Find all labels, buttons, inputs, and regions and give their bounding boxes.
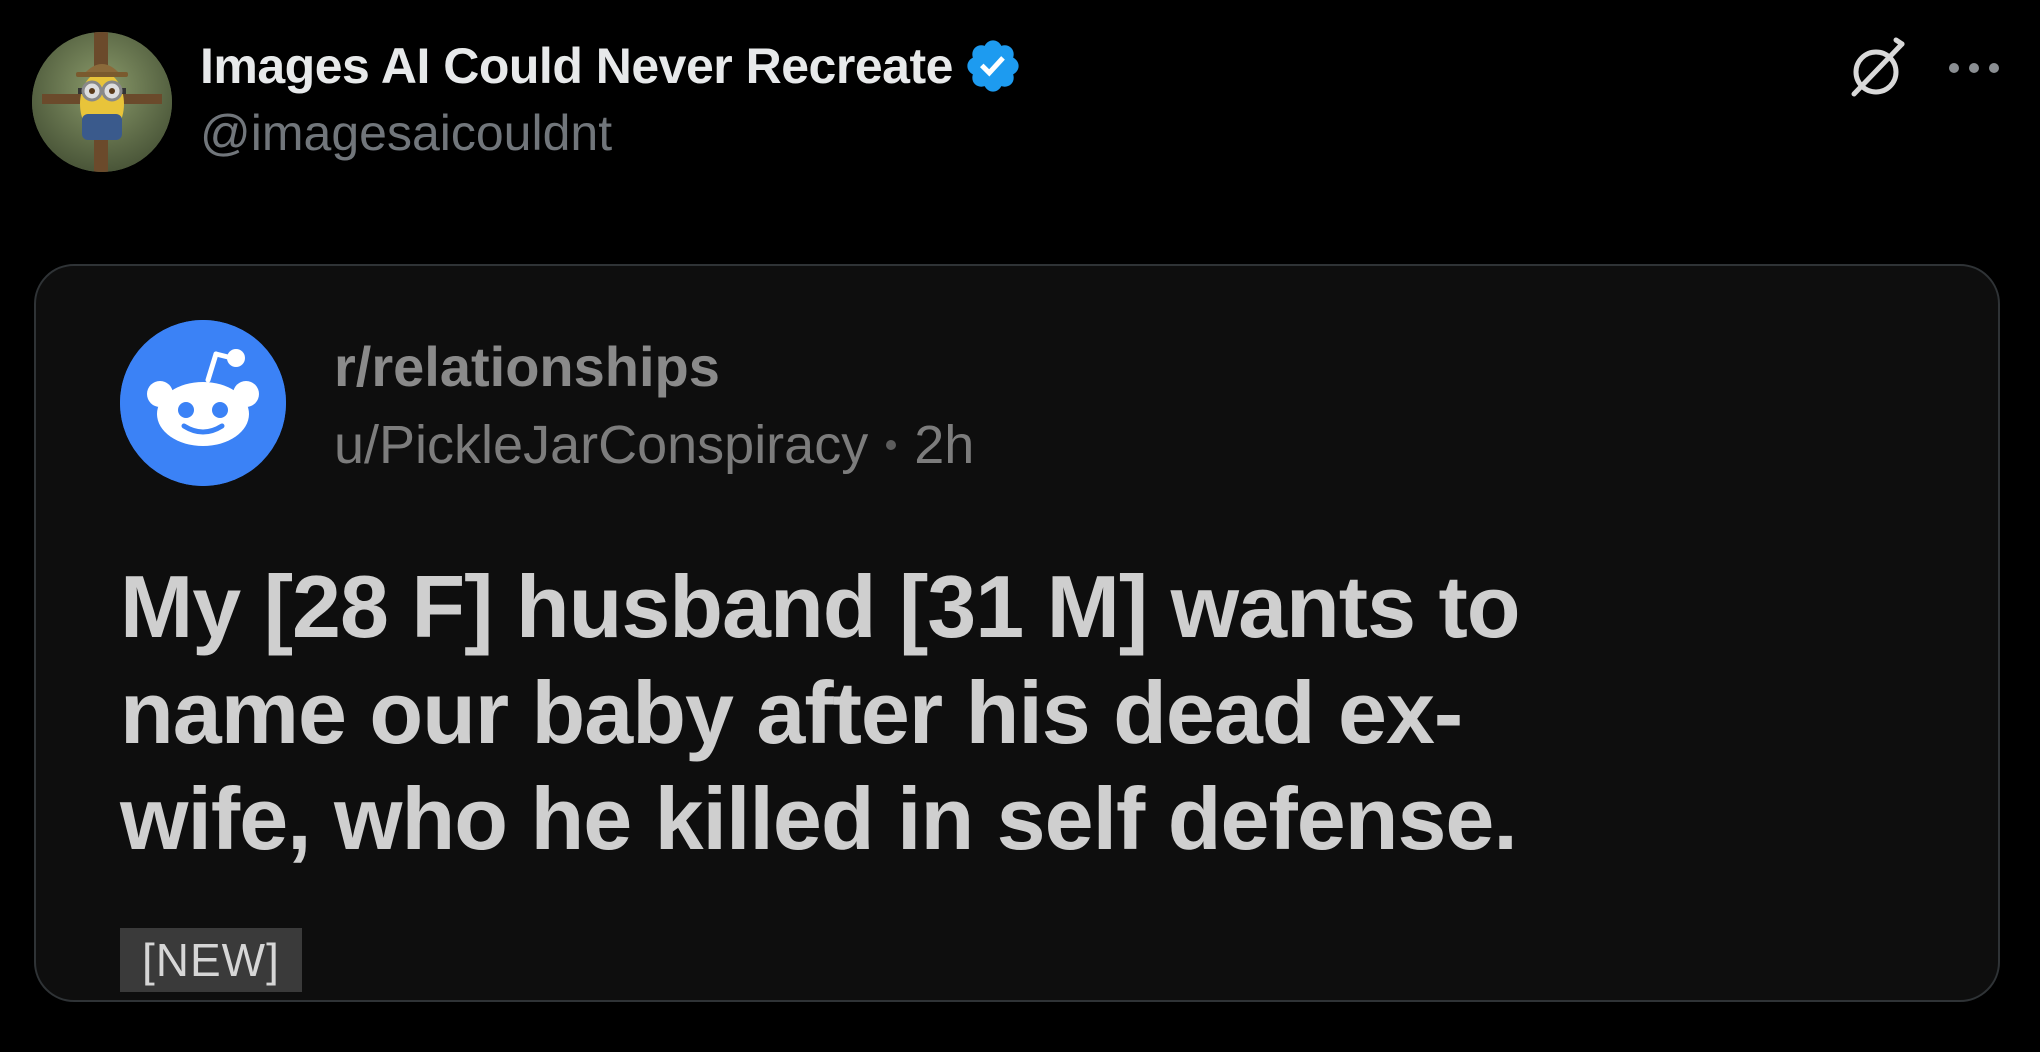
subreddit-name: r/relationships [334,335,720,398]
author-avatar[interactable] [32,32,172,172]
grok-button[interactable] [1846,36,1910,100]
post-new-tag: [NEW] [120,928,302,992]
meta-separator-dot [886,440,897,450]
more-dots-icon [1949,63,1999,73]
post-meta: u/PickleJarConspiracy 2h [334,414,974,476]
avatar-minion-scarecrow-image [32,32,172,172]
post-time: 2h [914,415,975,475]
more-options-button[interactable] [1944,44,2004,92]
author-display-name[interactable]: Images AI Could Never Recreate [200,37,953,95]
reddit-snoo-icon [120,320,286,486]
tweet-media-image[interactable]: r/relationships u/PickleJarConspiracy 2h… [34,264,2000,1002]
author-name-row: Images AI Could Never Recreate [200,34,1023,98]
grok-icon [1851,37,1905,97]
verified-badge-icon [963,36,1023,96]
post-username: u/PickleJarConspiracy [334,415,869,475]
author-handle[interactable]: @imagesaicouldnt [200,104,612,162]
post-title: My [28 F] husband [31 M] wants to name o… [120,557,1521,868]
